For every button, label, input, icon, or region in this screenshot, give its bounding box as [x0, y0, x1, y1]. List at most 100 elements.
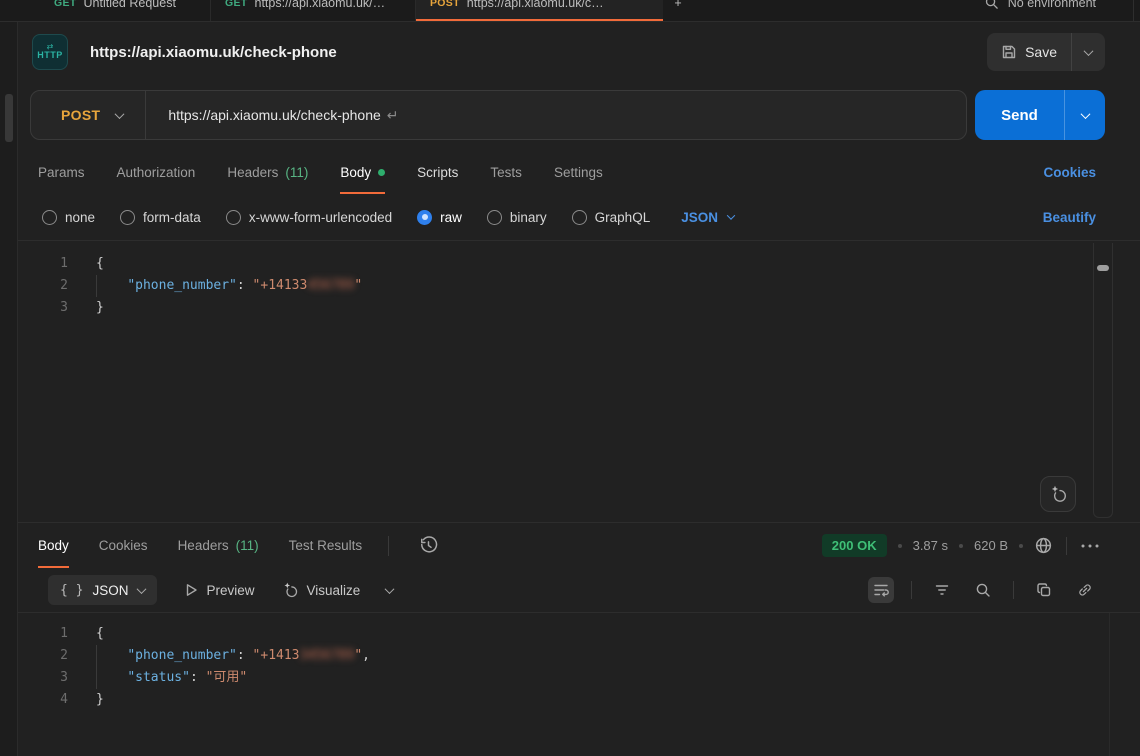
visualize-label: Visualize — [307, 583, 361, 598]
save-options-button[interactable] — [1072, 33, 1105, 71]
line-number: 3 — [18, 667, 68, 689]
network-info-button[interactable] — [1034, 536, 1053, 555]
request-tab-authorization[interactable]: Authorization — [117, 150, 196, 194]
beautify-link[interactable]: Beautify — [1043, 210, 1096, 225]
search-icon — [974, 581, 992, 599]
code-line: 2 "phone_number": "+14133456789", — [18, 645, 1140, 667]
request-tab-scripts[interactable]: Scripts — [417, 150, 458, 194]
body-type-none[interactable]: none — [42, 210, 95, 225]
language-selector[interactable]: JSON — [681, 210, 734, 225]
word-wrap-button[interactable] — [868, 577, 894, 603]
tab-title: Untitled Request — [84, 0, 176, 10]
filter-button[interactable] — [929, 577, 955, 603]
tab-label: Authorization — [117, 165, 196, 180]
tab-label: Test Results — [289, 538, 363, 553]
response-body-editor[interactable]: 1{2 "phone_number": "+14133456789",3 "st… — [18, 612, 1140, 756]
chevron-down-icon — [727, 211, 735, 219]
response-tab-test-results[interactable]: Test Results — [289, 523, 363, 568]
request-tab-params[interactable]: Params — [38, 150, 85, 194]
tab-label: Settings — [554, 165, 603, 180]
line-number: 3 — [18, 297, 68, 319]
response-options-button[interactable] — [1080, 542, 1100, 550]
copy-button[interactable] — [1031, 577, 1057, 603]
token: 3456789 — [300, 648, 355, 663]
tab-count: (11) — [285, 165, 308, 180]
token: "+1413 — [253, 648, 300, 663]
response-tab-cookies[interactable]: Cookies — [99, 523, 148, 568]
window-tab-1[interactable]: GETUntitled Request — [40, 0, 210, 21]
cookies-link[interactable]: Cookies — [1043, 165, 1096, 180]
window-tab-3[interactable]: POSThttps://api.xiaomu.uk/c… — [415, 0, 663, 21]
token: "phone_number" — [127, 278, 237, 293]
body-type-binary[interactable]: binary — [487, 210, 547, 225]
editor-scrollbar[interactable] — [1093, 243, 1113, 518]
token: : — [237, 278, 253, 293]
radio-label: binary — [510, 210, 547, 225]
method-selector[interactable]: POST — [31, 107, 145, 123]
chevron-down-icon — [136, 584, 146, 594]
tab-label: Body — [340, 165, 371, 180]
response-tab-headers[interactable]: Headers(11) — [178, 523, 259, 568]
request-title-row: ⇄ HTTP https://api.xiaomu.uk/check-phone… — [18, 22, 1140, 82]
radio-label: none — [65, 210, 95, 225]
new-tab-button[interactable]: + — [663, 0, 693, 21]
scrollbar-thumb[interactable] — [1097, 265, 1109, 271]
response-tab-body[interactable]: Body — [38, 523, 69, 568]
response-time: 3.87 s — [913, 538, 948, 553]
radio-icon — [487, 210, 502, 225]
tab-label: Headers — [227, 165, 278, 180]
play-icon — [183, 582, 199, 598]
request-tab-headers[interactable]: Headers (11) — [227, 150, 308, 194]
response-tabs: Body Cookies Headers(11) Test Results — [38, 523, 362, 568]
body-type-form-data[interactable]: form-data — [120, 210, 201, 225]
visualize-options-button[interactable] — [386, 587, 393, 594]
window-tab-2[interactable]: GEThttps://api.xiaomu.uk/… — [210, 0, 415, 21]
request-pane: ⇄ HTTP https://api.xiaomu.uk/check-phone… — [18, 22, 1140, 756]
postbot-button[interactable] — [1040, 476, 1076, 512]
chevron-down-icon — [115, 109, 125, 119]
request-tabs: Params Authorization Headers (11) Body Script… — [38, 150, 603, 194]
body-type-raw[interactable]: raw — [417, 210, 462, 225]
token: "status" — [127, 670, 190, 685]
search-in-body-button[interactable] — [970, 577, 996, 603]
divider — [911, 581, 912, 599]
radio-label: x-www-form-urlencoded — [249, 210, 392, 225]
sidebar-drag-handle[interactable] — [5, 94, 13, 142]
tab-label: Tests — [490, 165, 522, 180]
indent-guide — [96, 645, 97, 667]
language-label: JSON — [681, 210, 718, 225]
request-tab-settings[interactable]: Settings — [554, 150, 603, 194]
word-wrap-icon — [872, 581, 890, 599]
radio-icon — [120, 210, 135, 225]
response-history-button[interactable] — [419, 536, 438, 555]
body-type-graphql[interactable]: GraphQL — [572, 210, 651, 225]
app-window: GETUntitled RequestGEThttps://api.xiaomu… — [0, 0, 1140, 756]
copy-icon — [1035, 581, 1053, 599]
filter-icon — [933, 581, 951, 599]
window-tab-bar: GETUntitled RequestGEThttps://api.xiaomu… — [0, 0, 1140, 22]
request-body-editor[interactable]: 1{2 "phone_number": "+14133456789"3} — [18, 240, 1140, 522]
url-input[interactable]: https://api.xiaomu.uk/check-phone↵ — [146, 107, 398, 124]
request-tab-body[interactable]: Body — [340, 150, 385, 194]
response-format-dropdown[interactable]: { } JSON — [48, 575, 157, 605]
line-number: 1 — [18, 623, 68, 645]
radio-icon — [572, 210, 587, 225]
window-tabs: GETUntitled RequestGEThttps://api.xiaomu… — [40, 0, 663, 21]
line-number: 2 — [18, 275, 68, 297]
sidebar-collapsed-strip[interactable] — [0, 22, 18, 756]
link-button[interactable] — [1072, 577, 1098, 603]
code-content: { — [68, 253, 104, 275]
environment-label: No environment — [1008, 0, 1096, 10]
chevron-down-icon — [1080, 109, 1090, 119]
body-type-x-www-form-urlencoded[interactable]: x-www-form-urlencoded — [226, 210, 392, 225]
visualize-button[interactable]: Visualize — [281, 581, 361, 599]
send-button[interactable]: Send — [975, 90, 1105, 140]
environment-selector[interactable]: No environment — [984, 0, 1140, 21]
save-button[interactable]: Save — [987, 33, 1105, 71]
send-options-button[interactable] — [1065, 112, 1105, 119]
code-content: "phone_number": "+14133456789", — [68, 645, 370, 667]
preview-button[interactable]: Preview — [183, 582, 255, 598]
code-lines: 1{2 "phone_number": "+14133456789"3} — [18, 253, 1140, 319]
request-tab-tests[interactable]: Tests — [490, 150, 522, 194]
token: } — [96, 692, 104, 707]
